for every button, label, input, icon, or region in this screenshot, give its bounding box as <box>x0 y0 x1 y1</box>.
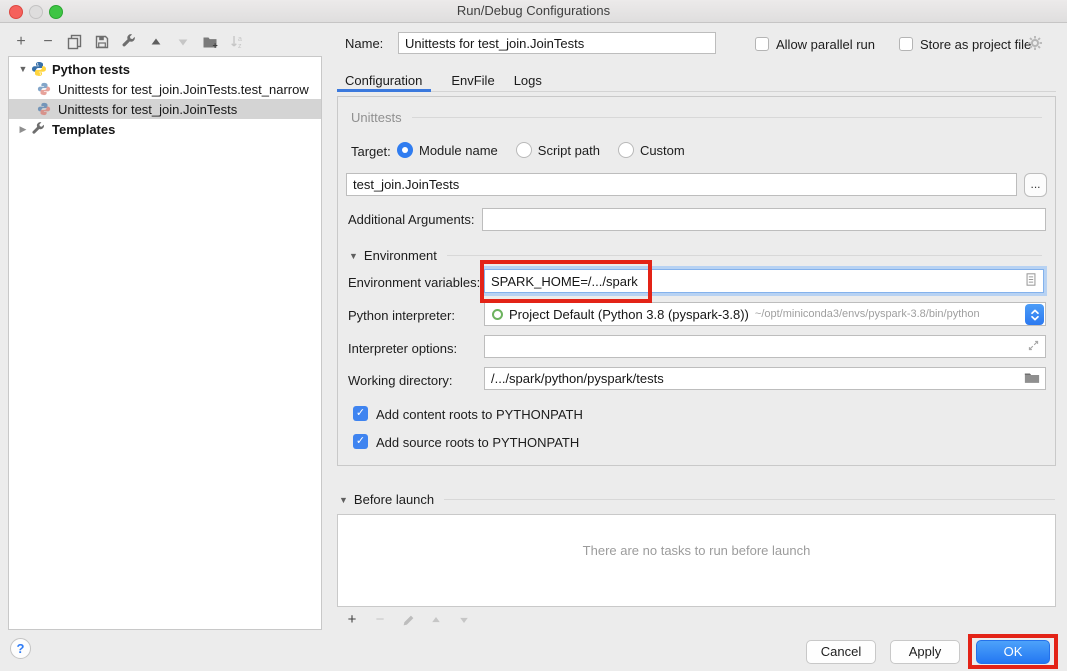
collapse-arrow-icon[interactable]: ▼ <box>339 495 348 505</box>
unittests-section-header: Unittests <box>351 110 1042 125</box>
before-launch-empty-message: There are no tasks to run before launch <box>583 543 811 606</box>
new-folder-icon[interactable]: + <box>199 32 221 52</box>
name-input[interactable]: Unittests for test_join.JoinTests <box>398 32 716 54</box>
python-interpreter-select[interactable]: Project Default (Python 3.8 (pyspark-3.8… <box>484 302 1046 326</box>
add-source-roots-checkbox[interactable]: ✓ <box>353 434 368 449</box>
settings-gear-icon[interactable] <box>1027 35 1043 54</box>
move-up-icon[interactable] <box>145 32 167 52</box>
tree-item-label: Unittests for test_join.JoinTests.test_n… <box>58 82 309 97</box>
active-tab-underline <box>337 89 431 92</box>
add-content-roots-checkbox[interactable]: ✓ <box>353 406 368 421</box>
tree-item-label: Python tests <box>52 62 130 77</box>
tab-divider <box>337 91 1056 92</box>
environment-section-header[interactable]: ▼ Environment <box>349 248 1042 263</box>
save-icon[interactable] <box>91 32 113 52</box>
conda-env-icon <box>492 309 503 320</box>
interpreter-options-label: Interpreter options: <box>348 341 457 356</box>
allow-parallel-run-checkbox[interactable] <box>755 37 769 51</box>
environment-section-label: Environment <box>364 248 437 263</box>
ok-button[interactable]: OK <box>976 640 1050 664</box>
title-bar: Run/Debug Configurations <box>0 0 1067 23</box>
minimize-button[interactable] <box>29 5 43 19</box>
environment-variables-input[interactable]: SPARK_HOME=/.../spark <box>484 269 1044 293</box>
expand-field-icon[interactable] <box>1027 339 1040 355</box>
interpreter-options-input[interactable] <box>484 335 1046 358</box>
environment-variables-label: Environment variables: <box>348 275 480 290</box>
tree-item-unittests-test-narrow[interactable]: Unittests for test_join.JoinTests.test_n… <box>9 79 321 99</box>
configurations-tree: ▼ Python tests Unittests for test_join.J… <box>8 56 322 630</box>
tab-envfile[interactable]: EnvFile <box>451 73 494 88</box>
radio-script-path[interactable] <box>516 142 532 158</box>
wrench-icon <box>31 121 48 137</box>
python-interpreter-value: Project Default (Python 3.8 (pyspark-3.8… <box>509 307 749 322</box>
zoom-button[interactable] <box>49 5 63 19</box>
help-button[interactable]: ? <box>10 638 31 659</box>
sort-alphabetically-icon[interactable]: az <box>226 32 248 52</box>
before-launch-label: Before launch <box>354 492 434 507</box>
collapse-arrow-icon[interactable]: ▼ <box>15 64 31 74</box>
python-interpreter-path: ~/opt/miniconda3/envs/pyspark-3.8/bin/py… <box>755 308 980 320</box>
target-options: Module name Script path Custom <box>397 142 703 158</box>
tree-item-label: Templates <box>52 122 115 137</box>
radio-module-name[interactable] <box>397 142 413 158</box>
browse-variables-icon[interactable] <box>1024 273 1038 290</box>
python-icon <box>31 61 48 77</box>
radio-script-path-label: Script path <box>538 143 600 158</box>
unittests-section-label: Unittests <box>351 110 402 125</box>
close-button[interactable] <box>9 5 23 19</box>
cancel-button[interactable]: Cancel <box>806 640 876 664</box>
tab-logs[interactable]: Logs <box>514 73 542 88</box>
remove-task-icon[interactable]: − <box>369 610 391 630</box>
python-test-icon <box>37 101 54 117</box>
run-debug-configurations-dialog: { "window": { "title": "Run/Debug Config… <box>0 0 1067 671</box>
move-task-down-icon[interactable] <box>453 610 475 630</box>
add-icon[interactable]: + <box>10 32 32 52</box>
edit-pencil-icon[interactable] <box>397 610 419 630</box>
radio-module-name-label: Module name <box>419 143 498 158</box>
move-down-icon[interactable] <box>172 32 194 52</box>
python-test-icon <box>37 81 54 97</box>
add-source-roots-label: Add source roots to PYTHONPATH <box>376 435 579 450</box>
svg-text:+: + <box>212 41 217 51</box>
configuration-group: Unittests Target: Module name Script pat… <box>337 96 1056 466</box>
additional-arguments-label: Additional Arguments: <box>348 212 474 227</box>
working-directory-label: Working directory: <box>348 373 453 388</box>
tab-configuration[interactable]: Configuration <box>337 73 430 88</box>
tree-item-python-tests[interactable]: ▼ Python tests <box>9 59 321 79</box>
store-as-project-file-label: Store as project file <box>920 37 1031 52</box>
tree-item-unittests-jointests[interactable]: Unittests for test_join.JoinTests <box>9 99 321 119</box>
copy-icon[interactable] <box>64 32 86 52</box>
additional-arguments-input[interactable] <box>482 208 1046 231</box>
browse-button[interactable]: ... <box>1024 173 1047 197</box>
remove-icon[interactable]: − <box>37 32 59 52</box>
before-launch-task-list[interactable]: There are no tasks to run before launch <box>337 514 1056 607</box>
allow-parallel-run-label: Allow parallel run <box>776 37 875 52</box>
window-title: Run/Debug Configurations <box>0 0 1067 22</box>
before-launch-toolbar: + − <box>341 610 481 630</box>
expand-arrow-icon[interactable]: ▶ <box>15 124 31 135</box>
apply-button[interactable]: Apply <box>890 640 960 664</box>
add-task-icon[interactable]: + <box>341 610 363 630</box>
target-label: Target: <box>351 144 391 159</box>
working-directory-input[interactable]: /.../spark/python/pyspark/tests <box>484 367 1046 390</box>
move-task-up-icon[interactable] <box>425 610 447 630</box>
collapse-arrow-icon[interactable]: ▼ <box>349 251 358 261</box>
svg-text:a: a <box>238 36 242 43</box>
tree-item-label: Unittests for test_join.JoinTests <box>58 102 237 117</box>
radio-custom[interactable] <box>618 142 634 158</box>
add-content-roots-label: Add content roots to PYTHONPATH <box>376 407 583 422</box>
tree-item-templates[interactable]: ▶ Templates <box>9 119 321 139</box>
interpreter-dropdown-button[interactable] <box>1025 304 1044 325</box>
folder-icon[interactable] <box>1024 370 1040 387</box>
python-interpreter-label: Python interpreter: <box>348 308 455 323</box>
name-label: Name: <box>345 36 383 51</box>
radio-custom-label: Custom <box>640 143 685 158</box>
svg-text:z: z <box>238 43 242 50</box>
store-as-project-file-checkbox[interactable] <box>899 37 913 51</box>
configurations-toolbar: + − + az <box>10 30 253 54</box>
module-name-input[interactable]: test_join.JoinTests <box>346 173 1017 196</box>
before-launch-section-header[interactable]: ▼ Before launch <box>339 492 1055 507</box>
edit-defaults-wrench-icon[interactable] <box>118 32 140 52</box>
